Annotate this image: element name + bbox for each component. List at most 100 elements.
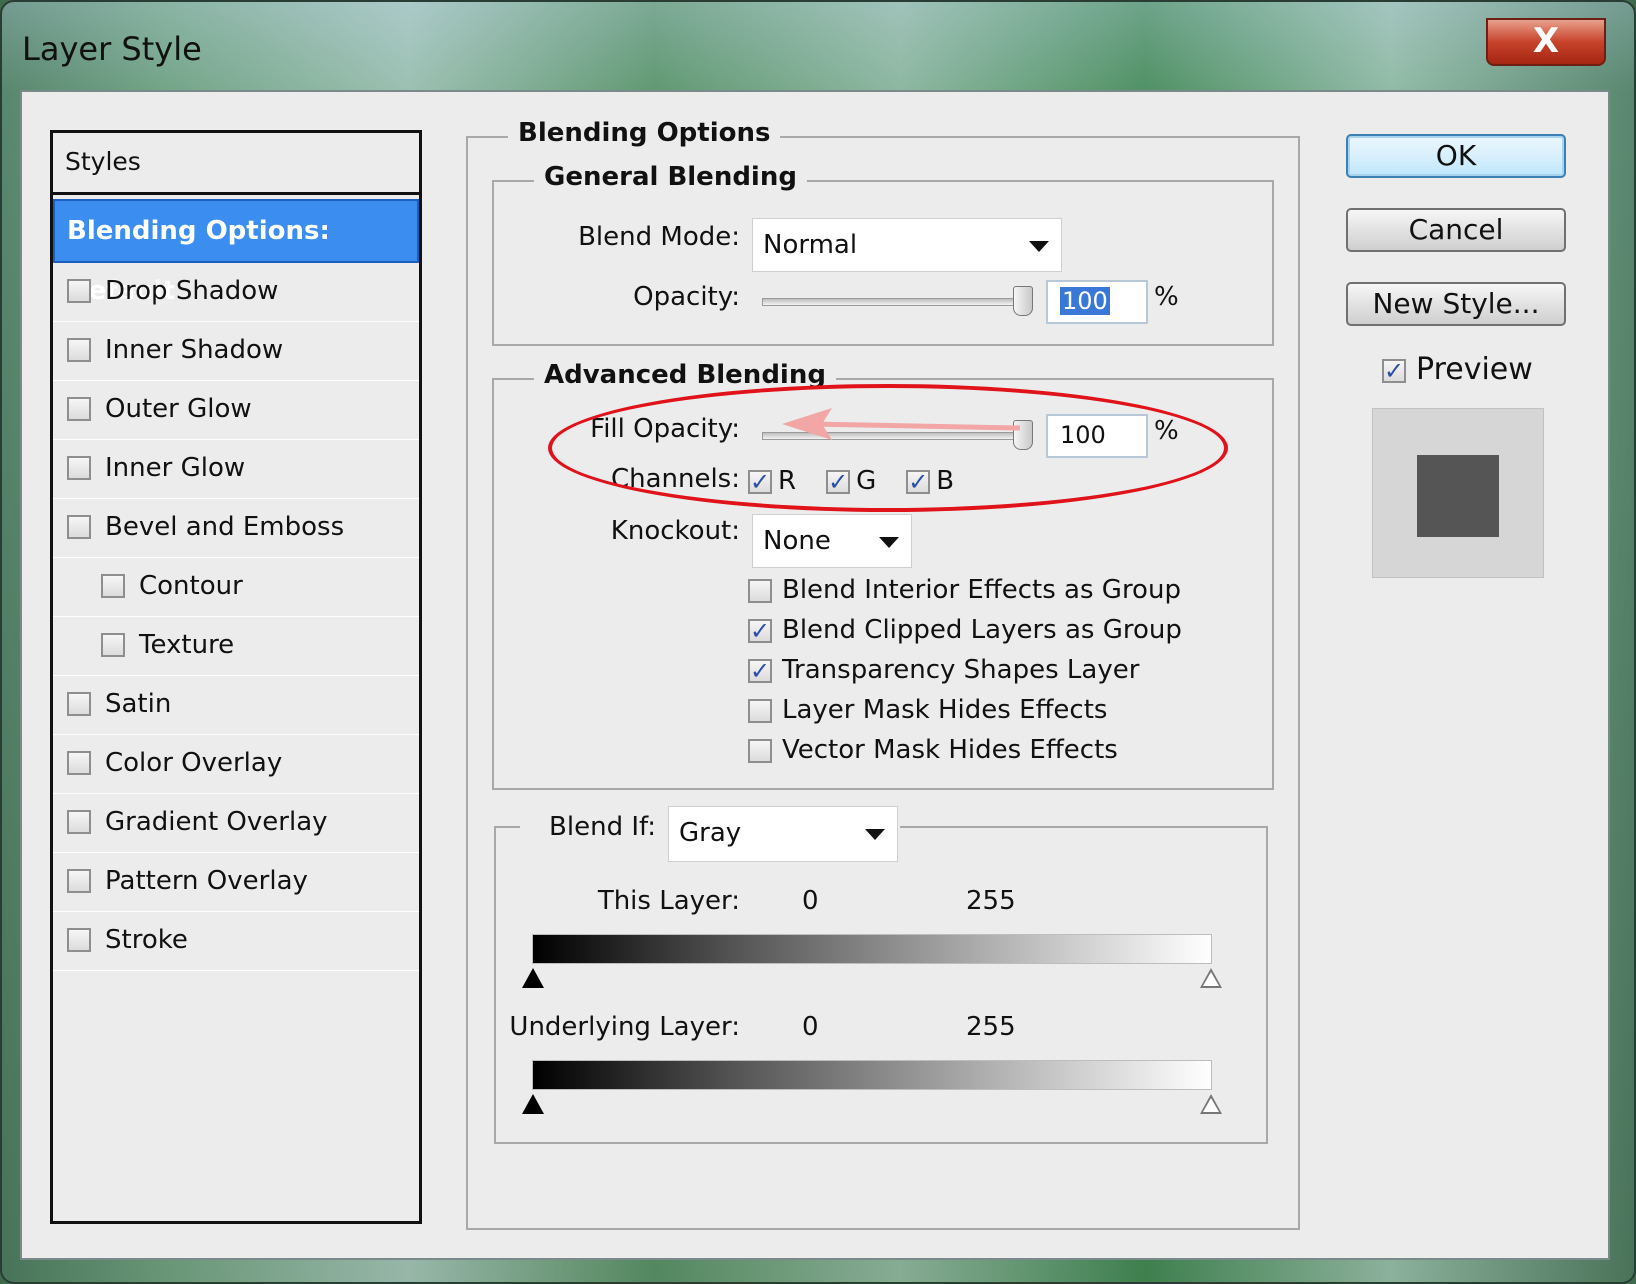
blend-if-dropdown[interactable]: Gray bbox=[668, 806, 898, 862]
opacity-label: Opacity: bbox=[633, 282, 740, 312]
blend-if-group bbox=[494, 826, 1268, 1144]
style-label: Color Overlay bbox=[105, 748, 283, 778]
styles-item-pattern-overlay[interactable]: Pattern Overlay bbox=[53, 853, 419, 912]
style-label: Inner Glow bbox=[105, 453, 246, 483]
underlying-layer-gradient bbox=[532, 1060, 1212, 1090]
blend-mode-value: Normal bbox=[763, 230, 858, 260]
option-checkbox[interactable] bbox=[748, 578, 772, 603]
advanced-blending-title: Advanced Blending bbox=[534, 360, 836, 390]
styles-item-stroke[interactable]: Stroke bbox=[53, 912, 419, 971]
this-layer-gradient bbox=[532, 934, 1212, 964]
option-layer-mask-hides-effects[interactable]: Layer Mask Hides Effects bbox=[748, 692, 1182, 732]
preview-swatch bbox=[1417, 455, 1499, 537]
window-title: Layer Style bbox=[22, 30, 202, 68]
chevron-down-icon bbox=[879, 537, 899, 548]
styles-item-drop-shadow[interactable]: Drop Shadow bbox=[53, 263, 419, 322]
styles-item-inner-shadow[interactable]: Inner Shadow bbox=[53, 322, 419, 381]
style-label: Bevel and Emboss bbox=[105, 512, 345, 542]
style-checkbox[interactable] bbox=[67, 928, 91, 952]
option-label: Vector Mask Hides Effects bbox=[782, 735, 1118, 765]
style-checkbox[interactable] bbox=[67, 751, 91, 775]
style-label: Contour bbox=[139, 571, 243, 601]
new-style-button[interactable]: New Style... bbox=[1346, 282, 1566, 326]
style-checkbox[interactable] bbox=[67, 338, 91, 362]
styles-header[interactable]: Styles bbox=[53, 133, 419, 195]
style-checkbox[interactable] bbox=[67, 456, 91, 480]
styles-items: Drop Shadow Inner Shadow Outer Glow Inner G… bbox=[53, 263, 419, 971]
style-label: Pattern Overlay bbox=[105, 866, 308, 896]
opacity-slider-track[interactable] bbox=[762, 298, 1032, 306]
this-layer-max: 255 bbox=[966, 886, 1016, 916]
option-vector-mask-hides-effects[interactable]: Vector Mask Hides Effects bbox=[748, 732, 1182, 772]
this-layer-label: This Layer: bbox=[597, 886, 740, 916]
style-label: Inner Shadow bbox=[105, 335, 284, 365]
blend-mode-label: Blend Mode: bbox=[578, 222, 740, 252]
option-checkbox[interactable] bbox=[748, 698, 772, 723]
style-checkbox[interactable] bbox=[67, 869, 91, 893]
option-checkbox[interactable]: ✓ bbox=[748, 618, 772, 643]
option-label: Transparency Shapes Layer bbox=[782, 655, 1140, 685]
option-label: Blend Interior Effects as Group bbox=[782, 575, 1181, 605]
styles-list: Styles Blending Options: Default Drop Sh… bbox=[50, 130, 422, 1224]
blend-mode-dropdown[interactable]: Normal bbox=[752, 218, 1062, 272]
style-checkbox[interactable] bbox=[67, 810, 91, 834]
option-transparency-shapes-layer[interactable]: ✓ Transparency Shapes Layer bbox=[748, 652, 1182, 692]
styles-item-bevel-and-emboss[interactable]: Bevel and Emboss bbox=[53, 499, 419, 558]
advanced-options-list: Blend Interior Effects as Group ✓ Blend Cl… bbox=[748, 572, 1182, 772]
style-checkbox[interactable] bbox=[101, 574, 125, 598]
styles-item-satin[interactable]: Satin bbox=[53, 676, 419, 735]
general-blending-title: General Blending bbox=[534, 162, 807, 192]
styles-item-texture[interactable]: Texture bbox=[53, 617, 419, 676]
option-checkbox[interactable]: ✓ bbox=[748, 658, 772, 683]
style-checkbox[interactable] bbox=[67, 692, 91, 716]
styles-item-gradient-overlay[interactable]: Gradient Overlay bbox=[53, 794, 419, 853]
style-checkbox[interactable] bbox=[67, 279, 91, 303]
close-icon: X bbox=[1532, 21, 1560, 61]
chevron-down-icon bbox=[1029, 241, 1049, 252]
opacity-input[interactable]: 100 bbox=[1046, 280, 1148, 324]
style-label: Satin bbox=[105, 689, 172, 719]
styles-item-outer-glow[interactable]: Outer Glow bbox=[53, 381, 419, 440]
option-blend-clipped-layers-as-group[interactable]: ✓ Blend Clipped Layers as Group bbox=[748, 612, 1182, 652]
underlying-layer-label: Underlying Layer: bbox=[509, 1012, 740, 1042]
blend-if-label: Blend If: bbox=[549, 812, 656, 842]
style-label: Drop Shadow bbox=[105, 276, 279, 306]
style-label: Gradient Overlay bbox=[105, 807, 328, 837]
underlying-layer-black-handle[interactable] bbox=[522, 1094, 544, 1114]
style-label: Stroke bbox=[105, 925, 188, 955]
preview-checkbox[interactable]: ✓ bbox=[1382, 358, 1406, 383]
style-checkbox[interactable] bbox=[101, 633, 125, 657]
styles-item-inner-glow[interactable]: Inner Glow bbox=[53, 440, 419, 499]
this-layer-black-handle[interactable] bbox=[522, 968, 544, 988]
annotation-arrow-icon bbox=[782, 408, 1021, 440]
preview-thumbnail bbox=[1372, 408, 1544, 578]
knockout-label: Knockout: bbox=[610, 516, 740, 546]
style-label: Texture bbox=[139, 630, 235, 660]
styles-item-color-overlay[interactable]: Color Overlay bbox=[53, 735, 419, 794]
option-label: Layer Mask Hides Effects bbox=[782, 695, 1108, 725]
blend-if-value: Gray bbox=[679, 818, 742, 848]
style-checkbox[interactable] bbox=[67, 515, 91, 539]
cancel-button[interactable]: Cancel bbox=[1346, 208, 1566, 252]
styles-item-blending-options[interactable]: Blending Options: Default bbox=[53, 199, 419, 306]
opacity-unit: % bbox=[1154, 282, 1179, 312]
option-label: Blend Clipped Layers as Group bbox=[782, 615, 1182, 645]
style-label: Outer Glow bbox=[105, 394, 252, 424]
preview-label: Preview bbox=[1416, 352, 1533, 387]
option-blend-interior-effects-as-group[interactable]: Blend Interior Effects as Group bbox=[748, 572, 1182, 612]
opacity-slider-thumb[interactable] bbox=[1013, 286, 1033, 316]
opacity-value: 100 bbox=[1060, 287, 1110, 315]
styles-item-contour[interactable]: Contour bbox=[53, 558, 419, 617]
preview-checkbox-row[interactable]: ✓ Preview bbox=[1382, 352, 1533, 387]
option-checkbox[interactable] bbox=[748, 738, 772, 763]
knockout-dropdown[interactable]: None bbox=[752, 514, 912, 568]
close-button[interactable]: X bbox=[1486, 18, 1606, 66]
knockout-value: None bbox=[763, 526, 831, 556]
underlying-layer-min: 0 bbox=[802, 1012, 819, 1042]
ok-button[interactable]: OK bbox=[1346, 134, 1566, 178]
this-layer-white-handle[interactable] bbox=[1200, 968, 1222, 988]
this-layer-min: 0 bbox=[802, 886, 819, 916]
underlying-layer-white-handle[interactable] bbox=[1200, 1094, 1222, 1114]
underlying-layer-max: 255 bbox=[966, 1012, 1016, 1042]
style-checkbox[interactable] bbox=[67, 397, 91, 421]
